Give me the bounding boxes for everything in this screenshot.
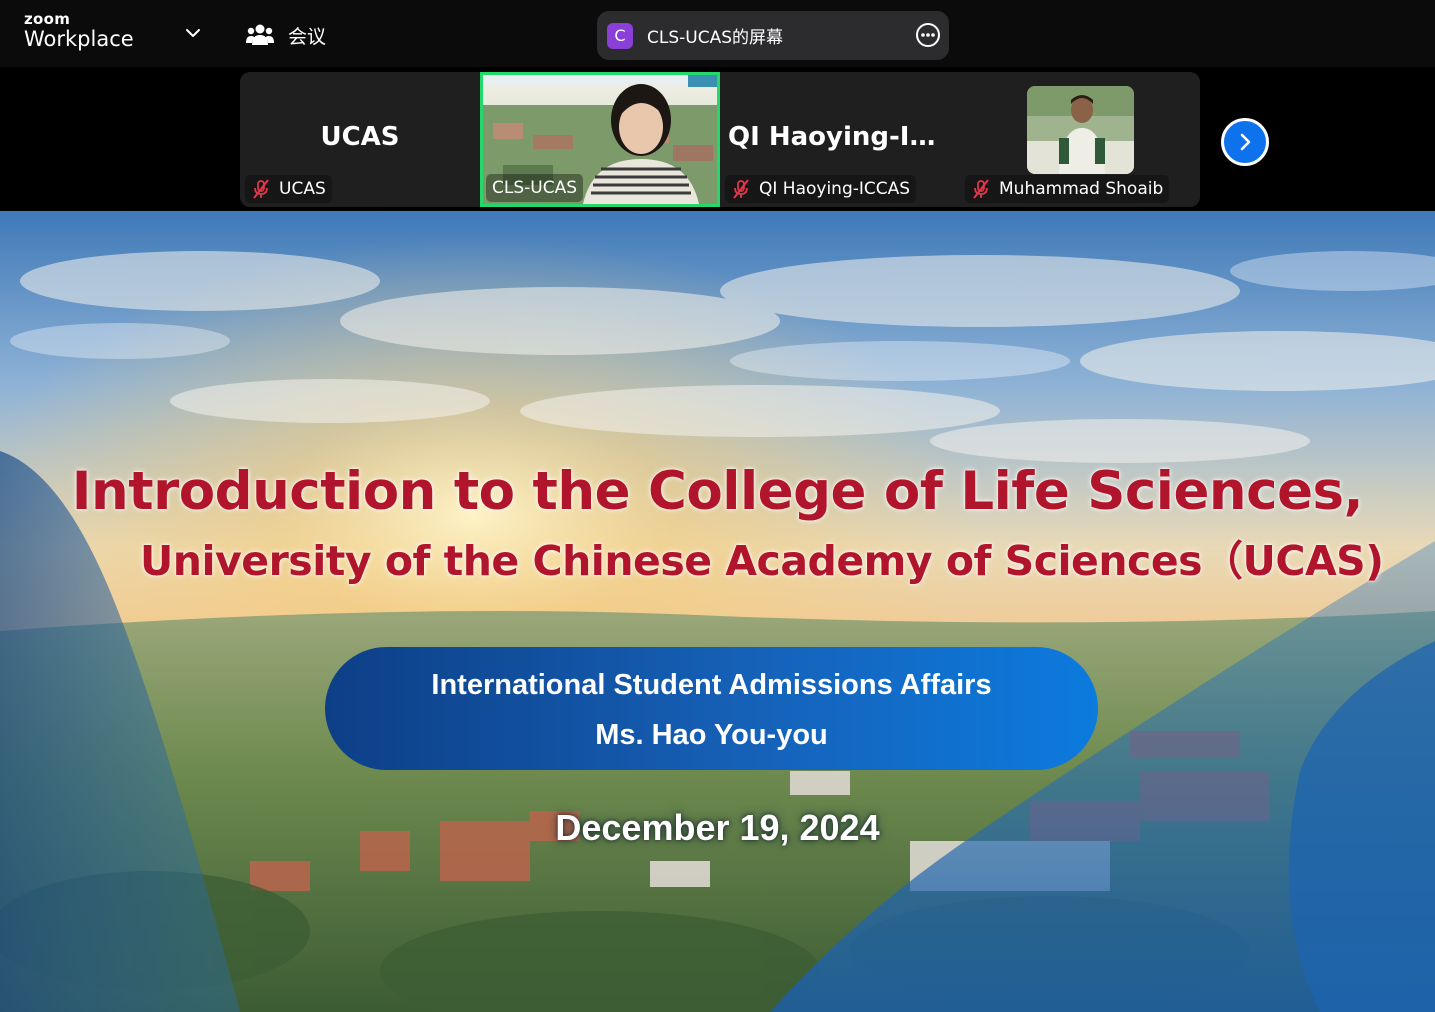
- shared-screen: Introduction to the College of Life Scie…: [0, 211, 1435, 1012]
- participant-tile-qi-haoying[interactable]: QI Haoying-ICC... QI Haoying-ICCAS: [720, 72, 960, 207]
- participant-display-name: QI Haoying-ICC...: [728, 122, 960, 152]
- slide-date: December 19, 2024: [555, 807, 880, 848]
- participant-name-tag: UCAS: [245, 175, 332, 203]
- slide-title: Introduction to the College of Life Scie…: [71, 461, 1364, 522]
- participant-avatar: [1027, 86, 1134, 174]
- chevron-right-icon: [1240, 133, 1251, 151]
- participant-label: QI Haoying-ICCAS: [759, 179, 911, 199]
- meeting-menu-button[interactable]: 会议: [246, 21, 326, 49]
- meeting-label: 会议: [288, 25, 327, 48]
- participant-strip: UCAS UCAS CLS-UCAS QI Haoying-ICC... QI …: [0, 67, 1435, 211]
- participant-display-name: UCAS: [320, 122, 400, 152]
- presenter-banner: International Student Admissions Affairs…: [325, 647, 1098, 770]
- zoom-logo: zoom Workplace: [24, 12, 134, 50]
- participant-tile-muhammad-shoaib[interactable]: Muhammad Shoaib: [960, 72, 1200, 207]
- slide-background-image: [0, 211, 1435, 1012]
- participant-label: CLS-UCAS: [492, 178, 577, 198]
- mic-off-icon: [733, 179, 749, 199]
- participant-name-tag: QI Haoying-ICCAS: [725, 175, 917, 203]
- participant-tile-cls-ucas[interactable]: CLS-UCAS: [480, 72, 720, 207]
- participant-label: UCAS: [279, 179, 326, 199]
- participants-icon: [246, 24, 274, 45]
- mic-off-icon: [973, 179, 989, 199]
- screen-share-indicator[interactable]: C CLS-UCAS的屏幕: [597, 11, 949, 60]
- share-avatar: C: [607, 22, 633, 49]
- share-title: CLS-UCAS的屏幕: [647, 28, 783, 48]
- participant-name-tag: CLS-UCAS: [486, 174, 583, 202]
- presenter-name: Ms. Hao You-you: [595, 719, 828, 751]
- participant-name-tag: Muhammad Shoaib: [965, 175, 1170, 203]
- slide-subtitle: University of the Chinese Academy of Sci…: [140, 537, 1384, 585]
- participant-tiles: UCAS UCAS CLS-UCAS QI Haoying-ICC... QI …: [240, 72, 1200, 207]
- participant-label: Muhammad Shoaib: [999, 179, 1164, 199]
- mic-off-icon: [253, 179, 269, 199]
- logo-workplace-text: Workplace: [24, 27, 134, 51]
- logo-zoom-text: zoom: [24, 10, 71, 28]
- next-page-button[interactable]: [1221, 118, 1269, 166]
- chevron-down-icon[interactable]: [184, 24, 202, 42]
- more-options-icon[interactable]: [915, 22, 941, 48]
- presenter-department: International Student Admissions Affairs: [431, 669, 992, 701]
- title-bar: zoom Workplace 会议 C CLS-UCAS的屏幕: [0, 0, 1435, 67]
- participant-tile-ucas[interactable]: UCAS UCAS: [240, 72, 480, 207]
